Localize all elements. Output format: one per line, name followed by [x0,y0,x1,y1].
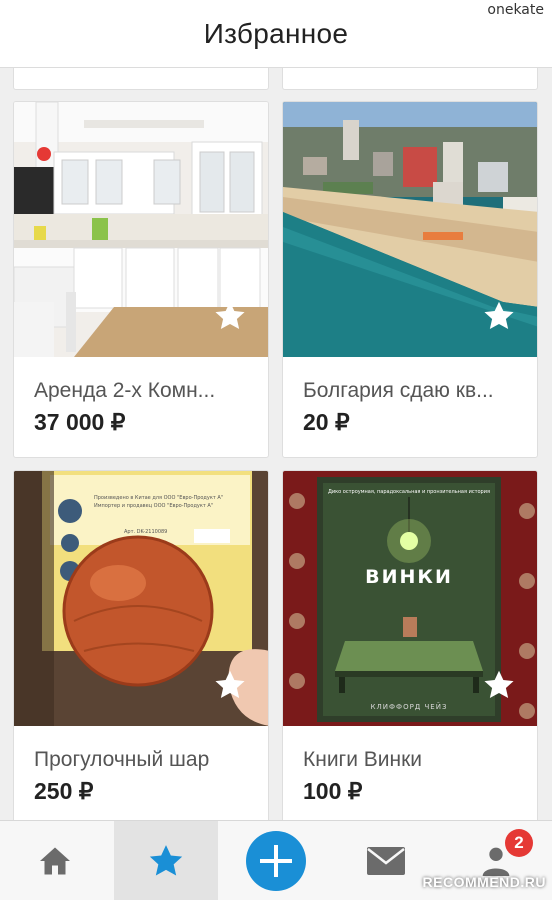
listing-card[interactable]: Аренда 2-х Комн... 37 000 ₽ [13,101,269,458]
home-icon [40,847,70,875]
listing-price: 37 000 ₽ [34,409,126,435]
nav-favorites[interactable] [114,821,218,900]
listing-title[interactable]: Книги Винки [303,748,525,772]
listing-title[interactable]: Болгария сдаю кв... [303,379,525,403]
listing-card[interactable]: Произведено в Китае для ООО "Евро-Продук… [13,470,269,827]
listing-price: 100 ₽ [303,778,363,804]
mail-icon [367,847,405,875]
listing-title[interactable]: Прогулочный шар [34,748,256,772]
star-icon [149,845,183,876]
nav-home[interactable] [0,821,110,900]
package-text: Импортер и продавец ООО "Евро-Продукт А" [94,503,213,509]
package-text: Произведено в Китае для ООО "Евро-Продук… [94,495,223,501]
plus-icon [246,831,306,891]
watermark: RECOMMEND.RU [422,874,546,890]
star-icon[interactable] [481,667,517,703]
star-icon[interactable] [212,667,248,703]
star-icon[interactable] [481,298,517,334]
book-title: ВИНКИ [365,566,453,588]
star-icon[interactable] [212,298,248,334]
listing-price: 250 ₽ [34,778,94,804]
book-top-line: Дико остроумная, парадоксальная и пронзи… [328,489,490,495]
bottom-navigation: 2 RECOMMEND.RU [0,820,552,900]
nav-messages[interactable] [336,821,436,900]
nav-add[interactable] [226,821,326,900]
notification-badge: 2 [505,829,533,857]
favorites-grid: Аренда 2-х Комн... 37 000 ₽ Болгария сда… [0,0,552,900]
listing-price: 20 ₽ [303,409,350,435]
book-author: КЛИФФОРД ЧЕЙЗ [371,702,448,711]
listing-card[interactable]: Болгария сдаю кв... 20 ₽ [282,101,538,458]
listing-title[interactable]: Аренда 2-х Комн... [34,379,256,403]
listing-card[interactable]: Дико остроумная, парадоксальная и пронзи… [282,470,538,827]
package-text: Арт. DK-2110089 [124,529,167,535]
